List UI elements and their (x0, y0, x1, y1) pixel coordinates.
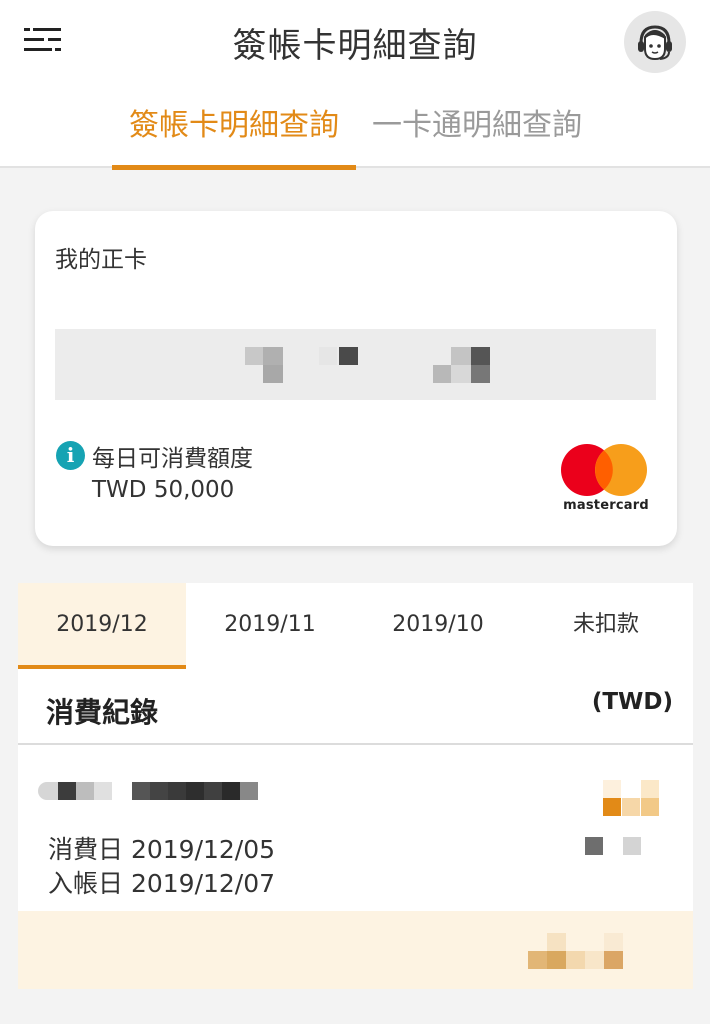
customer-service-icon (638, 25, 672, 61)
tab-credit-card-details[interactable]: 簽帳卡明細查詢 (112, 100, 356, 170)
mastercard-logo: mastercard (560, 443, 652, 517)
records-currency: (TWD) (591, 689, 673, 715)
month-tab-2019-11[interactable]: 2019/11 (186, 583, 354, 669)
month-tab-unbilled[interactable]: 未扣款 (522, 583, 690, 669)
records-title: 消費紀錄 (46, 696, 159, 729)
month-tab-2019-12[interactable]: 2019/12 (18, 583, 186, 669)
card-name: 我的正卡 (55, 247, 147, 273)
card-panel[interactable]: 我的正卡 i 每日可消費額度 TWD 50,000 mastercard (35, 211, 677, 546)
daily-limit-value: TWD 50,000 (92, 477, 235, 503)
card-number-masked (55, 329, 656, 400)
transaction-row[interactable]: 消費日 2019/12/05 入帳日 2019/12/07 (18, 745, 693, 911)
page-title: 簽帳卡明細查詢 (232, 26, 478, 66)
month-tabs: 2019/12 2019/11 2019/10 未扣款 (18, 583, 693, 669)
tab-ipass-details[interactable]: 一卡通明細查詢 (362, 100, 592, 168)
mastercard-wordmark: mastercard (563, 498, 649, 513)
app-header: 簽帳卡明細查詢 簽帳卡明細查詢 一卡通明細查詢 (0, 0, 710, 170)
month-tab-2019-10[interactable]: 2019/10 (354, 583, 522, 669)
purchase-date: 消費日 2019/12/05 (48, 835, 276, 864)
info-icon[interactable]: i (56, 441, 85, 470)
daily-limit-label: 每日可消費額度 (92, 446, 253, 472)
mastercard-icon (561, 444, 647, 496)
posting-date: 入帳日 2019/12/07 (48, 869, 276, 898)
customer-service-button[interactable] (624, 11, 686, 73)
records-header: 消費紀錄 (TWD) (18, 669, 693, 745)
total-amount-bar (18, 911, 693, 989)
